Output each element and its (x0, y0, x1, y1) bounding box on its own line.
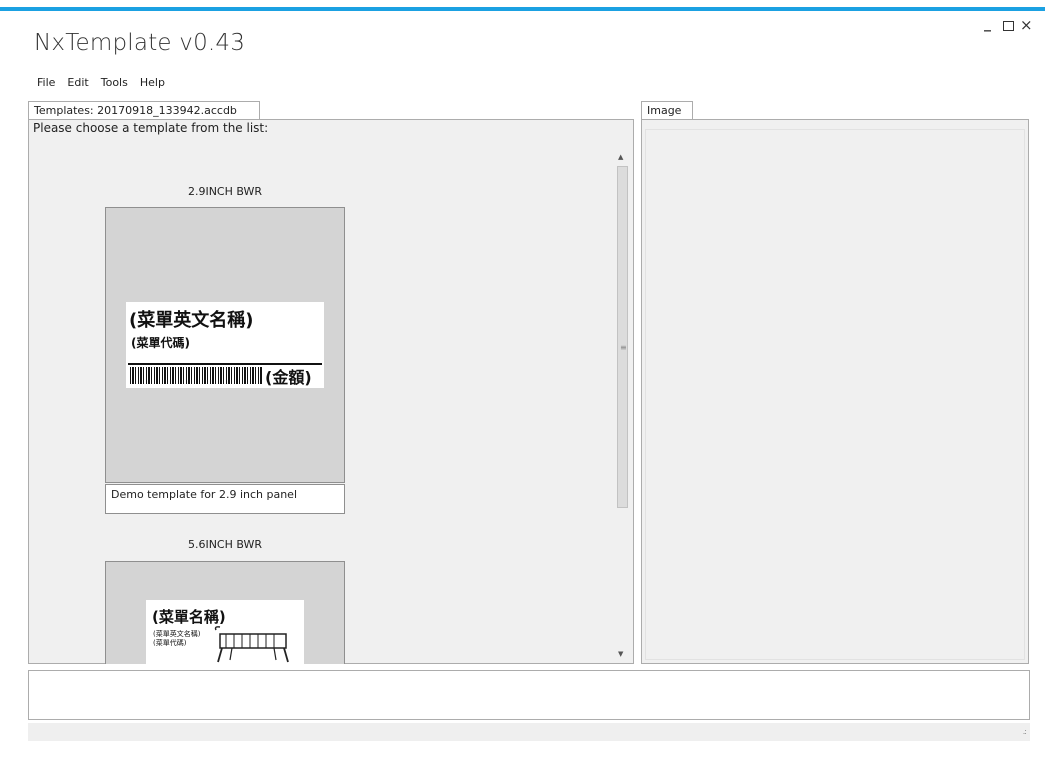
scroll-down-icon[interactable]: ▼ (618, 650, 623, 658)
grill-icon (214, 626, 289, 663)
menu-bar: File Edit Tools Help (31, 76, 171, 89)
template-description: Demo template for 2.9 inch panel (105, 484, 345, 514)
output-box[interactable] (28, 670, 1030, 720)
template-name: 5.6INCH BWR (187, 538, 263, 551)
preview-menu-code: (菜單代碼) (131, 336, 190, 350)
template-name: 2.9INCH BWR (187, 185, 263, 198)
close-button[interactable]: × (1020, 18, 1033, 33)
barcode-icon (130, 367, 262, 384)
menu-edit[interactable]: Edit (61, 76, 94, 89)
maximize-button[interactable] (1003, 21, 1014, 31)
preview-menu-code: (菜單代碼) (153, 639, 187, 647)
label-preview: (菜單名稱) (菜單英文名稱) (菜單代碼) (146, 600, 304, 664)
app-title: NxTemplate v0.43 (34, 30, 246, 56)
resize-grip-icon[interactable]: .: (1023, 727, 1027, 736)
tab-templates[interactable]: Templates: 20170918_133942.accdb (28, 101, 260, 120)
menu-tools[interactable]: Tools (95, 76, 134, 89)
tab-image[interactable]: Image (641, 101, 693, 120)
menu-help[interactable]: Help (134, 76, 171, 89)
scroll-up-icon[interactable]: ▲ (618, 153, 623, 161)
templates-panel: Please choose a template from the list: … (28, 119, 634, 664)
image-preview-area (645, 129, 1025, 660)
template-list-scrollbar[interactable]: ▲ ≡ ▼ (614, 150, 631, 660)
minimize-button[interactable]: _ (984, 17, 991, 31)
image-panel (641, 119, 1029, 664)
preview-amount: (金額) (265, 368, 312, 387)
template-preview[interactable]: (菜單名稱) (菜單英文名稱) (菜單代碼) (105, 561, 345, 664)
menu-file[interactable]: File (31, 76, 61, 89)
label-preview: (菜單英文名稱) (菜單代碼) (金額) (126, 302, 324, 388)
template-prompt: Please choose a template from the list: (33, 121, 269, 135)
scrollbar-grip-icon: ≡ (620, 343, 627, 352)
preview-menu-english-name: (菜單英文名稱) (129, 310, 254, 331)
window-accent-bar (0, 7, 1045, 11)
template-preview[interactable]: (菜單英文名稱) (菜單代碼) (金額) (105, 207, 345, 483)
scrollbar-thumb[interactable]: ≡ (617, 166, 628, 508)
status-bar: .: (28, 723, 1030, 741)
